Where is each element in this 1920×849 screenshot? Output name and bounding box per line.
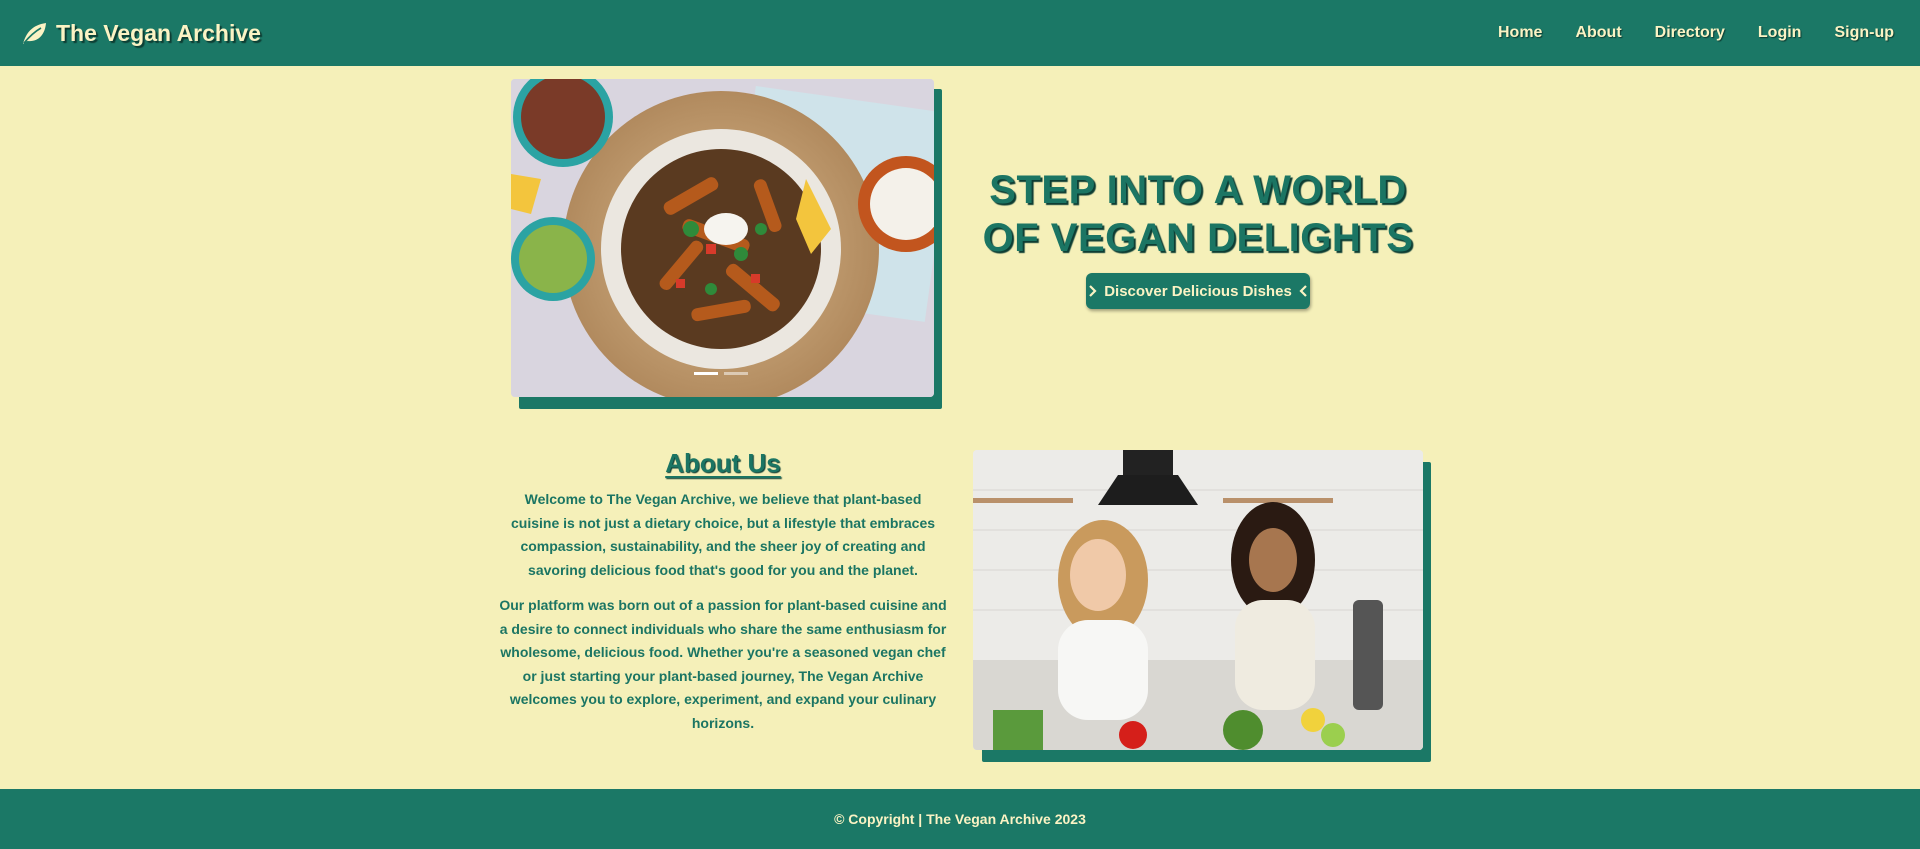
kitchen-illustration: [973, 450, 1423, 750]
brand[interactable]: The Vegan Archive: [20, 19, 261, 47]
hero-heading-line2: OF VEGAN DELIGHTS: [982, 216, 1414, 260]
navbar: The Vegan Archive Home About Directory L…: [0, 0, 1920, 66]
carousel-indicators: [694, 372, 748, 375]
nav-about[interactable]: About: [1575, 24, 1621, 42]
kitchen-image: [973, 450, 1423, 750]
carousel-indicator-2[interactable]: [724, 372, 748, 375]
nav-home[interactable]: Home: [1498, 24, 1542, 42]
hero-food-image: [511, 79, 934, 397]
leaf-icon: [23, 23, 46, 44]
about-paragraph-2: Our platform was born out of a passion f…: [499, 597, 947, 731]
hero-heading: STEP INTO A WORLD OF VEGAN DELIGHTS: [980, 166, 1416, 262]
brand-name: The Vegan Archive: [56, 19, 261, 46]
about-paragraph-1: Welcome to The Vegan Archive, we believe…: [510, 491, 936, 578]
chevron-right-icon: [1089, 285, 1097, 297]
nav-signup[interactable]: Sign-up: [1834, 24, 1894, 42]
discover-dishes-button[interactable]: Discover Delicious Dishes: [1086, 273, 1310, 309]
chevron-left-icon: [1299, 285, 1307, 297]
cta-label: Discover Delicious Dishes: [1104, 282, 1292, 300]
footer: © Copyright | The Vegan Archive 2023: [0, 789, 1920, 849]
nav-directory[interactable]: Directory: [1655, 24, 1725, 42]
nav-login[interactable]: Login: [1758, 24, 1802, 42]
nav-links: Home About Directory Login Sign-up: [1498, 24, 1900, 42]
hero-heading-line1: STEP INTO A WORLD: [989, 168, 1407, 212]
hero-carousel[interactable]: [511, 79, 934, 397]
food-bowl-illustration: [511, 79, 934, 397]
about-title: About Us: [665, 448, 781, 478]
carousel-indicator-1[interactable]: [694, 372, 718, 375]
copyright-text: © Copyright | The Vegan Archive 2023: [834, 811, 1086, 827]
